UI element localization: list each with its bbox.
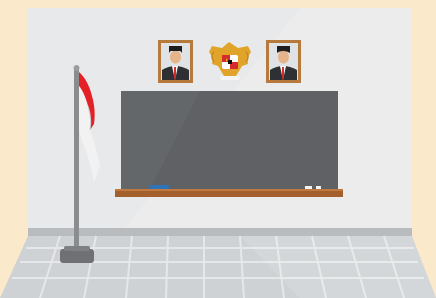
portrait-frame-right: [266, 40, 301, 83]
flag-base: [60, 249, 94, 263]
blue-marker: [149, 185, 169, 189]
flag-pole: [74, 68, 79, 252]
chalk-piece: [316, 186, 321, 189]
chalkboard: [115, 91, 343, 197]
portrait-frame-left: [158, 40, 193, 83]
chalk-piece: [305, 186, 312, 189]
tiled-floor: [0, 235, 436, 298]
classroom-scene: [0, 8, 436, 298]
